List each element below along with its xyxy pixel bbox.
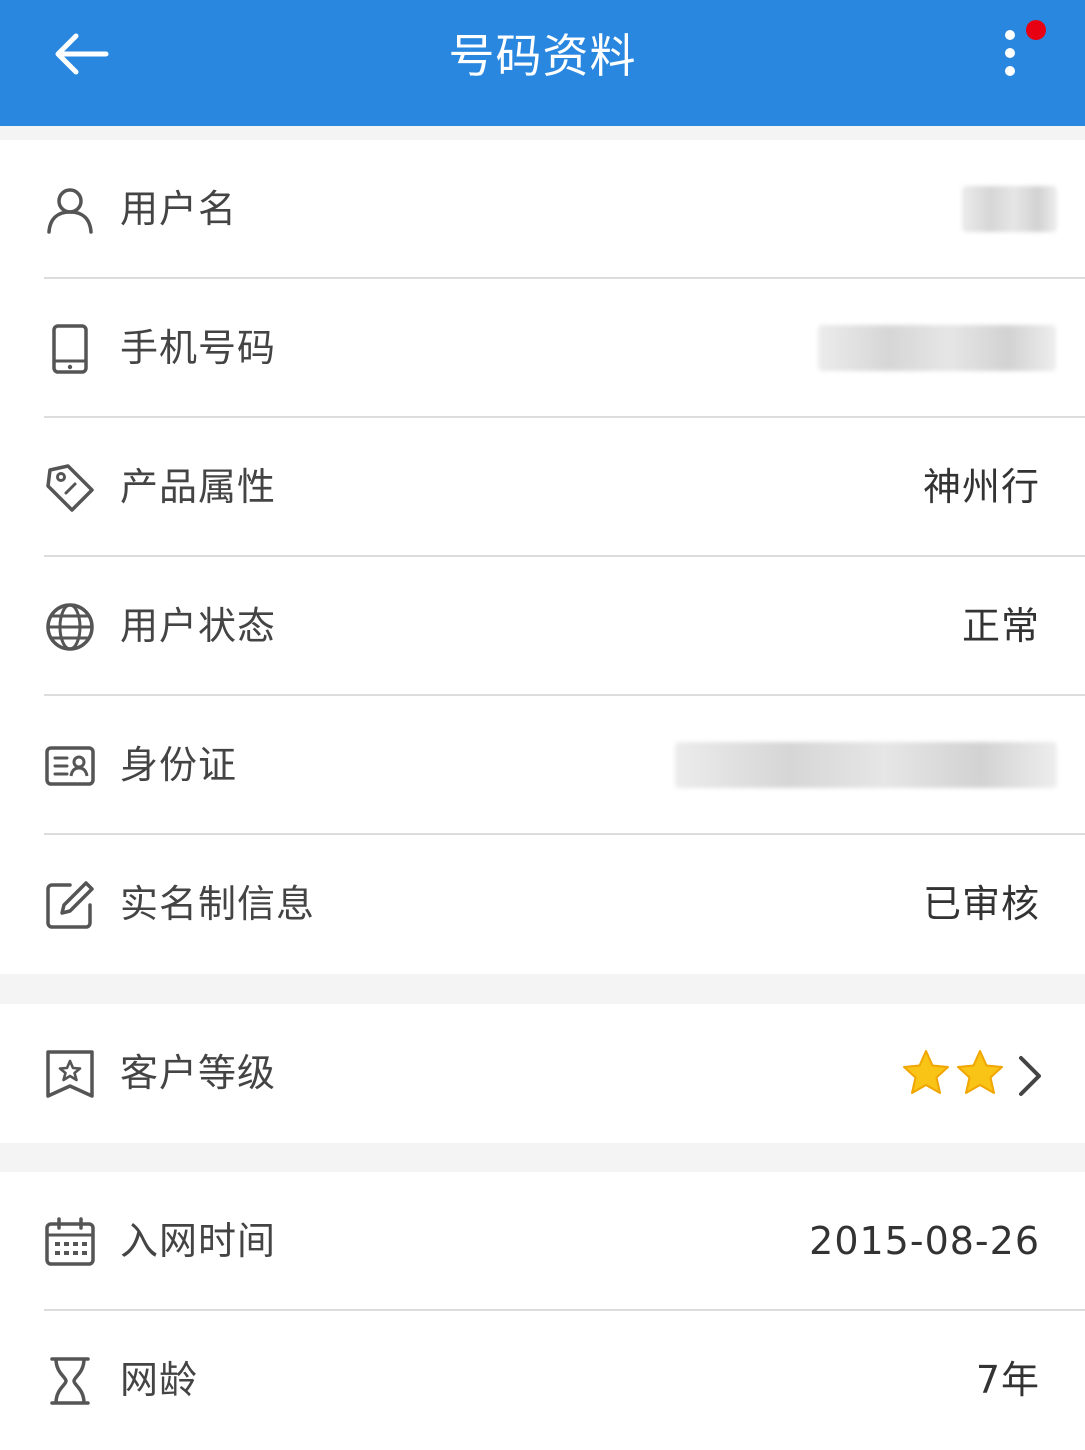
masked-phone-value — [818, 325, 1056, 371]
level-stars — [901, 1048, 1005, 1104]
badge-star-icon — [46, 1050, 94, 1098]
info-group-network: 入网时间 2015-08-26 网龄 7年 — [0, 1172, 1085, 1450]
row-username: 用户名 — [0, 140, 1085, 279]
row-id-card: 身份证 — [0, 696, 1085, 835]
row-tenure: 网龄 7年 — [0, 1311, 1085, 1450]
calendar-icon — [45, 1217, 95, 1266]
info-group-basic: 用户名 手机号码 产品属性 神州行 用户状态 正常 身份证 实名制信息 已审核 — [0, 140, 1085, 974]
hourglass-icon — [50, 1357, 90, 1405]
row-label: 身份证 — [120, 743, 238, 787]
row-label: 客户等级 — [120, 1051, 277, 1095]
id-card-icon — [45, 746, 95, 786]
row-label: 产品属性 — [120, 465, 277, 509]
globe-icon — [46, 603, 94, 651]
row-value: 7年 — [975, 1358, 1040, 1402]
tag-icon — [46, 464, 94, 512]
info-group-level: 客户等级 — [0, 1004, 1085, 1143]
star-icon — [903, 1050, 949, 1094]
row-customer-level[interactable]: 客户等级 — [0, 1004, 1085, 1143]
chevron-right-icon — [1019, 1056, 1041, 1096]
row-label: 手机号码 — [120, 326, 277, 370]
star-icon — [957, 1050, 1003, 1094]
notification-dot — [1026, 20, 1046, 40]
row-value: 2015-08-26 — [809, 1219, 1040, 1263]
user-icon — [47, 188, 93, 234]
row-label: 网龄 — [120, 1358, 199, 1402]
row-status: 用户状态 正常 — [0, 557, 1085, 696]
row-label: 入网时间 — [120, 1219, 277, 1263]
row-product: 产品属性 神州行 — [0, 418, 1085, 557]
row-label: 用户状态 — [120, 604, 277, 648]
row-value: 神州行 — [922, 465, 1040, 509]
top-bar: 号码资料 — [0, 0, 1085, 126]
edit-icon — [46, 881, 94, 929]
row-label: 用户名 — [120, 187, 238, 231]
page-title: 号码资料 — [448, 29, 637, 83]
row-realname: 实名制信息 已审核 — [0, 835, 1085, 974]
row-phone: 手机号码 — [0, 279, 1085, 418]
row-join-date: 入网时间 2015-08-26 — [0, 1172, 1085, 1311]
phone-icon — [52, 324, 88, 374]
masked-username-value — [962, 186, 1057, 232]
masked-id-value — [675, 742, 1057, 788]
row-value: 正常 — [961, 604, 1040, 648]
row-value: 已审核 — [922, 882, 1040, 926]
row-label: 实名制信息 — [120, 882, 316, 926]
